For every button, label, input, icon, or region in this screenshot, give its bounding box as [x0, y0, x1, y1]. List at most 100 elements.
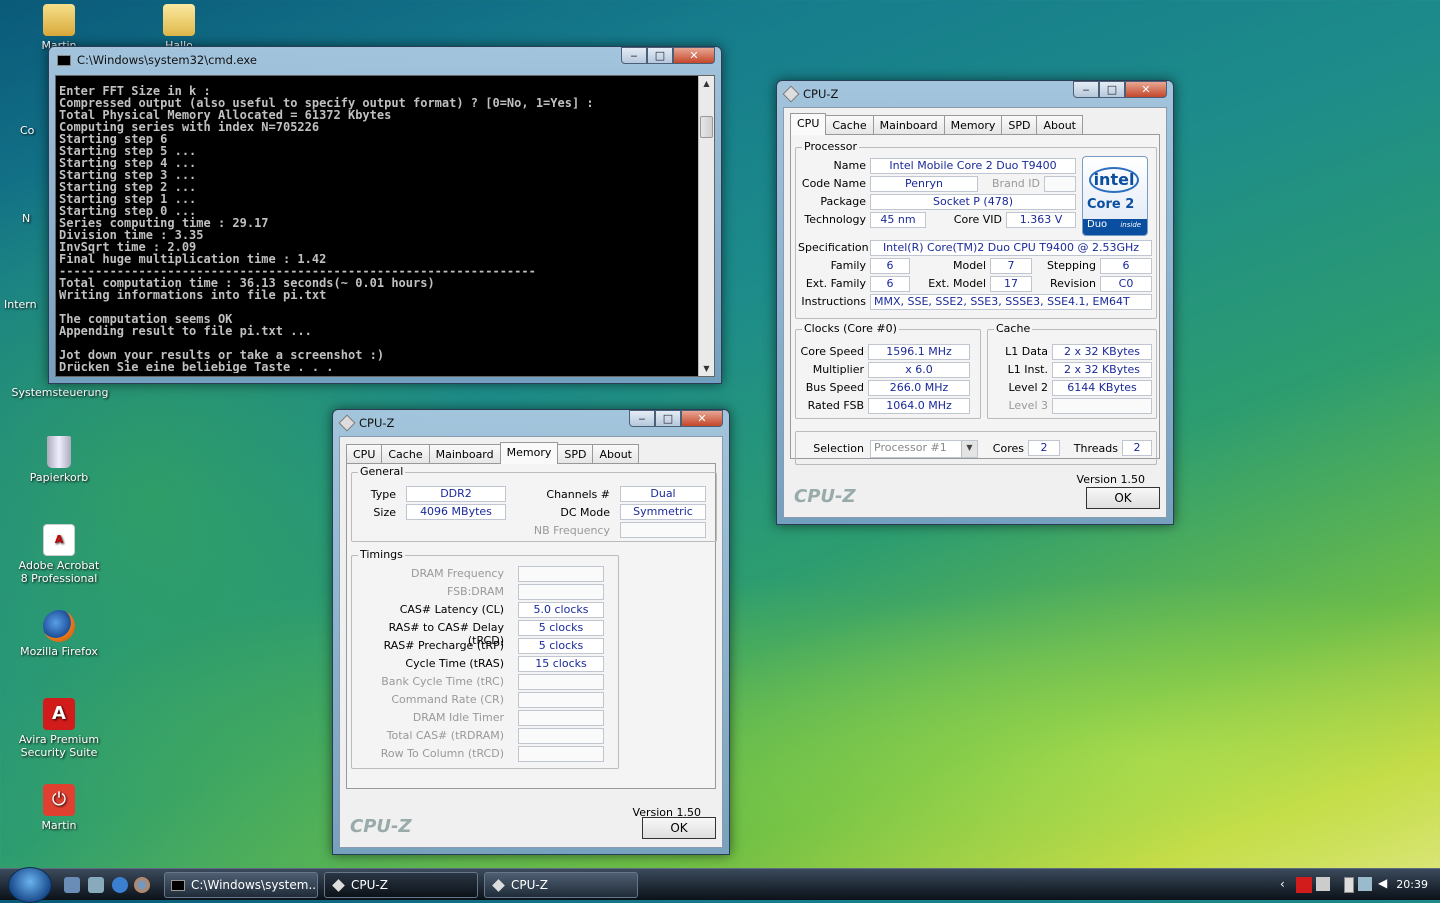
cpu-tab-page: Processor Name Intel Mobile Core 2 Duo T… [790, 134, 1160, 486]
cmd-titlebar[interactable]: C:\Windows\system32\cmd.exe ‒ □ ✕ [49, 47, 721, 73]
show-desktop-icon[interactable] [64, 877, 80, 893]
model-value: 7 [990, 258, 1032, 274]
tab-mainboard[interactable]: Mainboard [872, 115, 945, 135]
corespeed-value: 1596.1 MHz [868, 344, 970, 360]
tab-spd[interactable]: SPD [1001, 115, 1038, 135]
extfamily-value: 6 [870, 276, 910, 292]
tab-cache[interactable]: Cache [825, 115, 874, 135]
close-button[interactable]: ✕ [1125, 81, 1167, 98]
close-button[interactable]: ✕ [673, 47, 715, 64]
level2-value: 6144 KBytes [1052, 380, 1152, 396]
spec-label: Specification [798, 241, 869, 254]
family-label: Family [830, 259, 866, 272]
cpuz-brand: CPU-Z [350, 816, 412, 837]
timing-label: FSB:DRAM [446, 585, 504, 598]
level3-value [1052, 398, 1152, 414]
tab-about[interactable]: About [592, 444, 639, 464]
maximize-button[interactable]: □ [1099, 81, 1125, 98]
general-group: General Type DDR2 Size 4096 MBytes Chann… [351, 465, 717, 542]
network-icon[interactable] [1358, 877, 1372, 891]
desktop-icon-martin[interactable]: Martin [14, 4, 104, 52]
stepping-label: Stepping [1046, 259, 1096, 272]
minimize-button[interactable]: ‒ [1073, 81, 1099, 98]
cmd-window[interactable]: C:\Windows\system32\cmd.exe ‒ □ ✕ Enter … [48, 46, 722, 384]
tab-memory[interactable]: Memory [943, 115, 1003, 135]
cpuz-title: CPU-Z [803, 87, 839, 101]
cpuz-brand: CPU-Z [794, 486, 856, 507]
close-button[interactable]: ✕ [681, 410, 723, 427]
tab-memory[interactable]: Memory [499, 442, 559, 464]
tab-cpu[interactable]: CPU [346, 444, 383, 464]
codename-label: Code Name [801, 177, 866, 190]
maximize-button[interactable]: □ [647, 47, 673, 64]
recycle-bin-icon [47, 436, 71, 468]
desktop-icon-acrobat[interactable]: A Adobe Acrobat 8 Professional [14, 524, 104, 585]
busspeed-value: 266.0 MHz [868, 380, 970, 396]
internet-explorer-icon[interactable] [112, 877, 128, 893]
desktop-icon-firefox[interactable]: Mozilla Firefox [14, 610, 104, 658]
maximize-button[interactable]: □ [655, 410, 681, 427]
scroll-thumb[interactable] [700, 116, 713, 138]
minimize-button[interactable]: ‒ [629, 410, 655, 427]
cpuz-titlebar[interactable]: CPU-Z ‒ □ ✕ [333, 410, 729, 436]
minimize-button[interactable]: ‒ [621, 47, 647, 64]
dcmode-value: Symmetric [620, 504, 706, 520]
timing-label: Total CAS# (tRDRAM) [386, 729, 504, 742]
printer-icon[interactable] [1316, 877, 1330, 891]
tab-mainboard[interactable]: Mainboard [428, 444, 501, 464]
desktop-icon-papierkorb[interactable]: Papierkorb [14, 436, 104, 484]
desktop-icon-hallo[interactable]: Hallo [134, 4, 224, 52]
scroll-down-icon[interactable]: ▼ [699, 361, 714, 376]
taskbar-item-cmd[interactable]: C:\Windows\system... [164, 872, 318, 898]
l1inst-value: 2 x 32 KBytes [1052, 362, 1152, 378]
spec-value: Intel(R) Core(TM)2 Duo CPU T9400 @ 2.53G… [870, 240, 1152, 256]
switch-windows-icon[interactable] [88, 877, 104, 893]
console-scrollbar[interactable]: ▲ ▼ [698, 76, 714, 376]
l1data-value: 2 x 32 KBytes [1052, 344, 1152, 360]
console-area[interactable]: Enter FFT Size in k : Compressed output … [55, 75, 715, 377]
start-button[interactable] [8, 867, 52, 903]
timing-value [518, 566, 604, 582]
clock[interactable]: 20:39 [1396, 878, 1428, 891]
tab-spd[interactable]: SPD [557, 444, 594, 464]
tab-cpu[interactable]: CPU [790, 113, 827, 135]
timing-value [518, 584, 604, 600]
threads-label: Threads [1073, 442, 1118, 455]
taskbar-item-cpuz-1[interactable]: CPU-Z [324, 872, 478, 898]
taskbar: C:\Windows\system... CPU-Z CPU-Z ‹ ◀ 20:… [0, 867, 1440, 903]
desktop-icon-systemsteuerung[interactable]: Systemsteuerung [10, 386, 110, 399]
avira-tray-icon[interactable] [1296, 877, 1312, 893]
package-label: Package [820, 195, 866, 208]
ok-button[interactable]: OK [1086, 487, 1160, 509]
taskbar-item-cpuz-2[interactable]: CPU-Z [484, 872, 638, 898]
cpuz-memory-window[interactable]: CPU-Z ‒ □ ✕ CPU Cache Mainboard Memory S… [332, 409, 730, 855]
version-label: Version 1.50 [1076, 473, 1145, 486]
avira-icon: A [43, 698, 75, 730]
cpuz-app-icon [332, 879, 345, 892]
chevron-left-icon[interactable]: ‹ [1280, 877, 1285, 891]
tab-cache[interactable]: Cache [381, 444, 430, 464]
desktop-icon-martin-shutdown[interactable]: ⏻ Martin [14, 784, 104, 832]
ok-button[interactable]: OK [642, 817, 716, 839]
size-value: 4096 MBytes [406, 504, 506, 520]
type-value: DDR2 [406, 486, 506, 502]
battery-icon[interactable] [1344, 877, 1354, 893]
firefox-icon[interactable] [134, 877, 150, 893]
l1data-label: L1 Data [1005, 345, 1048, 358]
extmodel-value: 17 [990, 276, 1032, 292]
folder-icon [163, 4, 195, 36]
threads-value: 2 [1122, 440, 1152, 456]
chevron-down-icon[interactable]: ▼ [961, 441, 977, 457]
volume-icon[interactable]: ◀ [1378, 876, 1387, 890]
processor-select[interactable]: Processor #1 ▼ [870, 440, 978, 458]
cache-group: Cache L1 Data 2 x 32 KBytes L1 Inst. 2 x… [987, 322, 1157, 419]
cpuz-body: CPU Cache Mainboard Memory SPD About Pro… [783, 107, 1167, 518]
tab-about[interactable]: About [1036, 115, 1083, 135]
dcmode-label: DC Mode [560, 506, 610, 519]
cpuz-cpu-window[interactable]: CPU-Z ‒ □ ✕ CPU Cache Mainboard Memory S… [776, 80, 1174, 525]
corespeed-label: Core Speed [800, 345, 864, 358]
channels-value: Dual [620, 486, 706, 502]
scroll-up-icon[interactable]: ▲ [699, 76, 714, 91]
cpuz-titlebar[interactable]: CPU-Z ‒ □ ✕ [777, 81, 1173, 107]
desktop-icon-avira[interactable]: A Avira Premium Security Suite [14, 698, 104, 759]
